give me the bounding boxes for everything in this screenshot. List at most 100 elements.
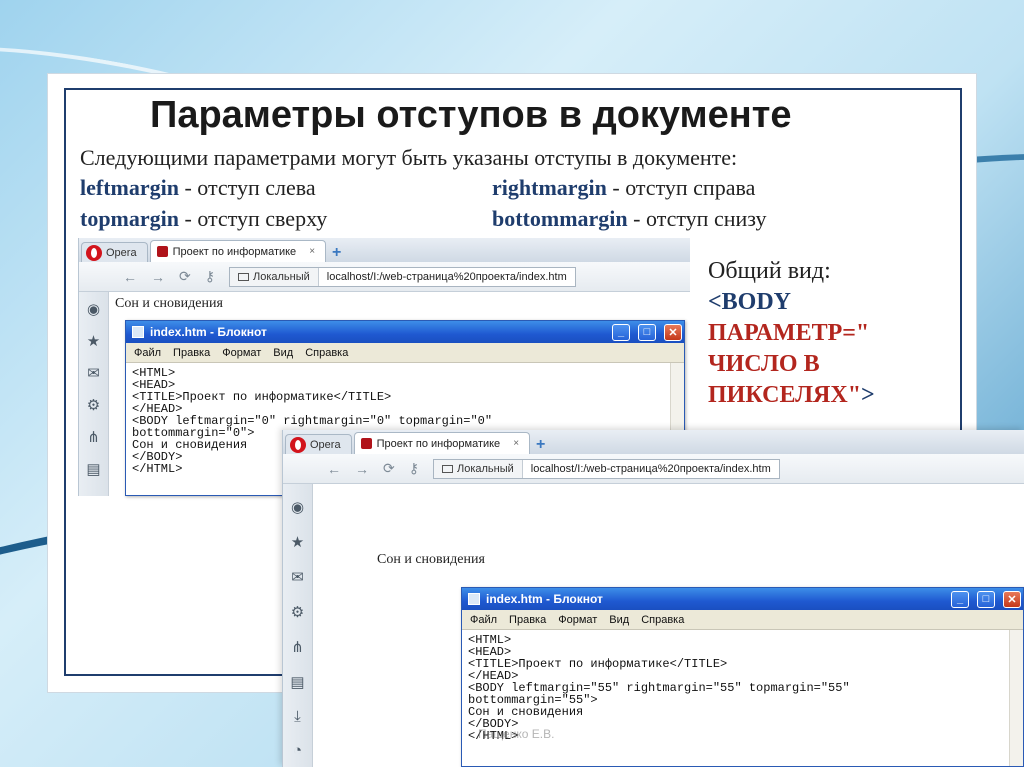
menu-edit[interactable]: Правка [173,347,210,359]
browser-side-panel: ◉ ★ ✉ ⚙ ⋔ ▤ [79,292,109,496]
address-bar[interactable]: Локальный localhost/I:/web-страница%20пр… [229,266,576,287]
reload-icon[interactable]: ⟳ [383,460,395,477]
mail-icon[interactable]: ✉ [87,364,100,382]
menu-file[interactable]: Файл [470,614,497,626]
notepad-menu-bar: Файл Правка Формат Вид Справка [462,610,1023,630]
notepad-title-bar[interactable]: index.htm - Блокнот _ □ ✕ [126,321,684,343]
opera-label: Opera [310,438,341,451]
maximize-button[interactable]: □ [638,323,656,341]
address-local: Локальный [434,459,523,478]
general-code-param: ПАРАМЕТР=" [708,320,870,346]
general-code-open: <BODY [708,289,792,315]
menu-view[interactable]: Вид [609,614,629,626]
key-icon[interactable]: ⚷ [205,268,215,285]
param-name: rightmargin [492,175,607,200]
notepad-scrollbar[interactable] [1009,630,1023,766]
notepad-title: index.htm - Блокнот [486,592,603,606]
menu-view[interactable]: Вид [273,347,293,359]
slide-title: Параметры отступов в документе [150,94,792,136]
menu-help[interactable]: Справка [305,347,348,359]
computer-icon [442,464,453,473]
menu-format[interactable]: Формат [558,614,597,626]
settings-icon[interactable]: ⚙ [291,603,304,621]
share-icon[interactable]: ⋔ [87,428,100,446]
general-syntax: Общий вид: <BODY ПАРАМЕТР=" ЧИСЛО В ПИКС… [708,256,958,411]
general-code-value: ЧИСЛО В [708,351,820,377]
forward-icon[interactable]: → [151,269,165,285]
new-tab-icon[interactable]: + [326,244,347,262]
speed-dial-icon[interactable]: ◉ [291,498,304,516]
notepad-title-bar[interactable]: index.htm - Блокнот _ □ ✕ [462,588,1023,610]
param-desc: - отступ сверху [179,206,328,231]
address-bar[interactable]: Локальный localhost/I:/web-страница%20пр… [433,458,780,479]
new-tab-icon[interactable]: + [530,436,551,454]
minimize-button[interactable]: _ [951,590,969,608]
opera-logo-icon [290,436,306,453]
menu-file[interactable]: Файл [134,347,161,359]
close-icon[interactable]: × [309,246,315,257]
notepad-icon [132,326,144,338]
close-icon[interactable]: × [513,438,519,449]
menu-help[interactable]: Справка [641,614,684,626]
notepad-title: index.htm - Блокнот [150,325,267,339]
opera-menu-button[interactable]: Opera [285,434,352,454]
browser-tab[interactable]: Проект по информатике × [149,240,327,262]
forward-icon[interactable]: → [355,461,369,477]
notepad-text-area[interactable]: <HTML> <HEAD> <TITLE>Проект по информати… [462,630,1009,766]
general-code-unit: ПИКСЕЛЯХ" [708,382,862,408]
key-icon[interactable]: ⚷ [409,460,419,477]
page-content-text: Сон и сновидения [377,552,485,567]
back-icon[interactable]: ← [327,461,341,477]
param-desc: - отступ слева [178,175,316,200]
back-icon[interactable]: ← [123,269,137,285]
general-label: Общий вид: [708,258,831,284]
tab-title: Проект по информатике [376,437,501,450]
favicon-icon [156,246,168,257]
browser-tab-bar: Opera Проект по информатике × + [79,238,690,262]
computer-icon [238,272,249,281]
history-icon[interactable]: ◔ [293,742,302,759]
param-rightmargin: rightmargin - отступ справа [492,175,755,201]
reload-icon[interactable]: ⟳ [179,268,191,285]
browser-side-panel: ◉ ★ ✉ ⚙ ⋔ ▤ ⤓ ◔ [283,484,313,767]
address-local-label: Локальный [457,462,514,475]
browser-tab[interactable]: Проект по информатике × [353,432,531,454]
speed-dial-icon[interactable]: ◉ [87,300,100,318]
param-name: topmargin [80,206,179,231]
tab-title: Проект по информатике [172,245,297,258]
settings-icon[interactable]: ⚙ [87,396,100,414]
mail-icon[interactable]: ✉ [291,568,304,586]
minimize-button[interactable]: _ [612,323,630,341]
param-name: leftmargin [80,175,179,200]
address-url: localhost/I:/web-страница%20проекта/inde… [326,270,567,283]
author-watermark: Пащенко Е.В. [478,727,555,741]
page-content-text: Сон и сновидения [115,296,223,311]
browser-nav-bar: ← → ⟳ ⚷ Локальный localhost/I:/web-стран… [283,454,1024,484]
menu-edit[interactable]: Правка [509,614,546,626]
address-local: Локальный [230,267,319,286]
param-topmargin: topmargin - отступ сверху [80,206,327,232]
notes-icon[interactable]: ▤ [86,460,100,478]
share-icon[interactable]: ⋔ [291,638,304,656]
notes-icon[interactable]: ▤ [290,673,304,691]
param-desc: - отступ справа [606,175,756,200]
notepad-menu-bar: Файл Правка Формат Вид Справка [126,343,684,363]
bookmarks-icon[interactable]: ★ [291,533,304,551]
menu-format[interactable]: Формат [222,347,261,359]
param-bottommargin: bottommargin - отступ снизу [492,206,766,232]
general-code-close: > [861,382,875,408]
browser-nav-bar: ← → ⟳ ⚷ Локальный localhost/I:/web-стран… [79,262,690,292]
bookmarks-icon[interactable]: ★ [87,332,100,350]
opera-label: Opera [106,246,137,259]
opera-menu-button[interactable]: Opera [81,242,148,262]
downloads-icon[interactable]: ⤓ [294,708,301,725]
address-local-label: Локальный [253,270,310,283]
maximize-button[interactable]: □ [977,590,995,608]
close-button[interactable]: ✕ [1003,590,1021,608]
opera-logo-icon [86,244,102,261]
address-url: localhost/I:/web-страница%20проекта/inde… [530,462,771,475]
close-button[interactable]: ✕ [664,323,682,341]
param-name: bottommargin [492,206,628,231]
notepad-icon [468,593,480,605]
intro-text: Следующими параметрами могут быть указан… [80,145,738,170]
